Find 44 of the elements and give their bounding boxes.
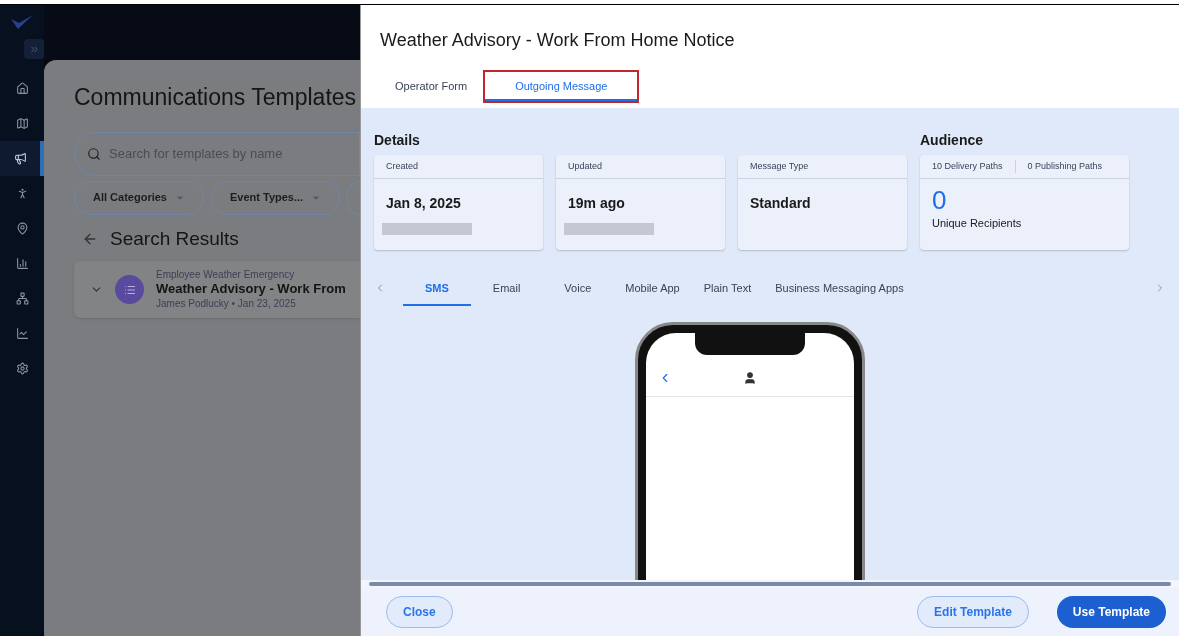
contact-icon: [743, 370, 757, 385]
action-button[interactable]: Close: [386, 596, 453, 628]
card-value: 19m ago: [567, 194, 626, 213]
path-count: 10 Delivery Paths: [932, 159, 1003, 173]
channel-tab[interactable]: Business Messaging Apps: [763, 270, 916, 306]
result-meta: James Podlucky • Jan 23, 2025: [156, 297, 297, 311]
action-button[interactable]: Use Template: [1056, 596, 1166, 628]
settings-icon: [15, 362, 29, 375]
map-icon: [15, 117, 29, 130]
bar-chart-icon: [15, 257, 29, 270]
channel-tab[interactable]: Mobile App: [613, 270, 692, 306]
result-title: Weather Advisory - Work From: [156, 281, 346, 298]
card-label: Updated: [556, 155, 725, 179]
card-label: Created: [374, 155, 543, 179]
tab[interactable]: Operator Form: [383, 72, 480, 101]
tab[interactable]: Outgoing Message: [485, 72, 638, 101]
recipient-label: Unique Recipients: [931, 216, 1023, 231]
search-icon: [87, 146, 101, 161]
result-row[interactable]: Employee Weather Emergency Weather Advisory - Work From James Podlucky • Jan 23, 2025: [74, 261, 360, 318]
nav-item[interactable]: [0, 141, 44, 176]
expand-button[interactable]: [24, 39, 44, 59]
channel-tab[interactable]: Email: [470, 270, 543, 306]
list-icon: [123, 283, 136, 296]
path-count: 0 Publishing Paths: [1014, 159, 1103, 174]
channel-tab[interactable]: Voice: [542, 270, 614, 306]
channel-tab[interactable]: SMS: [403, 270, 471, 306]
page-title: Communications Templates: [74, 83, 358, 112]
section-heading: Details: [374, 131, 421, 150]
card-value: Standard: [749, 194, 812, 213]
location-pin-icon: [15, 222, 29, 235]
drawer-title: Weather Advisory - Work From Home Notice: [380, 29, 736, 52]
section-heading: Audience: [920, 131, 984, 150]
home-icon: [15, 82, 29, 95]
action-button[interactable]: Edit Template: [917, 596, 1029, 628]
section-heading: Search Results: [110, 226, 239, 251]
horizontal-scrollbar[interactable]: [361, 580, 1179, 588]
channel-tab[interactable]: Plain Text: [691, 270, 764, 306]
recipient-count: 0: [931, 185, 948, 215]
megaphone-icon: [13, 152, 27, 165]
result-category: Employee Weather Emergency: [156, 268, 296, 282]
card-label: Message Type: [738, 155, 907, 179]
network-icon: [15, 292, 29, 305]
card-value: Jan 8, 2025: [385, 194, 462, 213]
line-chart-icon: [15, 327, 29, 340]
